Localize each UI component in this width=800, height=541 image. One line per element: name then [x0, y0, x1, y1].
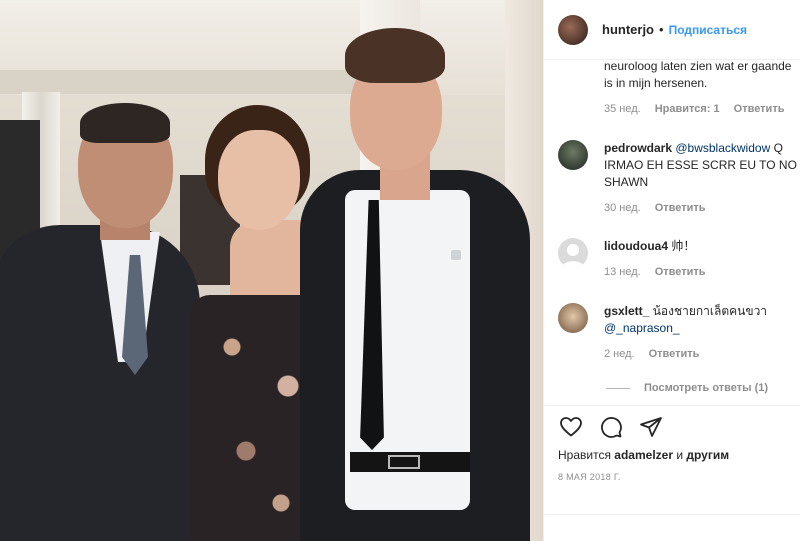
post-actions: Нравится adamelzer и другим 8 МАЯ 2018 Г…: [544, 405, 800, 541]
left-man-hair: [80, 103, 170, 143]
commenter-username[interactable]: lidoudoua4: [604, 239, 668, 253]
reply-button[interactable]: Ответить: [655, 264, 706, 281]
comment-meta: 35 нед. Нравится: 1 Ответить: [604, 101, 800, 118]
left-man-suit: [0, 225, 200, 541]
woman-face: [218, 130, 300, 230]
commenter-avatar[interactable]: [558, 140, 588, 170]
belt-buckle: [388, 455, 420, 469]
comment-age: 13 нед.: [604, 266, 641, 278]
right-man-hair: [345, 28, 445, 83]
comment-text: 帅！: [671, 239, 696, 253]
action-icons-row: [558, 414, 664, 440]
reply-button[interactable]: Ответить: [649, 346, 700, 363]
comment-meta: 2 нед. Ответить: [604, 346, 800, 363]
header-separator: •: [659, 22, 664, 37]
default-user-icon: [562, 244, 584, 268]
likes-summary: Нравится adamelzer и другим: [558, 448, 729, 462]
comment-content: gsxlett_ น้องชายกาเล็ตคนขวา @_naprason_: [604, 303, 800, 337]
replies-divider-line: [606, 387, 630, 389]
comment-mention[interactable]: @_naprason_: [604, 321, 680, 335]
follow-button[interactable]: Подписаться: [669, 23, 747, 37]
post-header: hunterjo • Подписаться: [544, 0, 800, 60]
comment-content: lidoudoua4 帅！: [604, 238, 800, 255]
commenter-avatar[interactable]: [558, 303, 588, 333]
comment-age: 30 нед.: [604, 202, 641, 214]
comment-meta: 30 нед. Ответить: [604, 200, 800, 217]
comment-age: 35 нед.: [604, 103, 641, 115]
post-date[interactable]: 8 МАЯ 2018 Г.: [558, 472, 621, 482]
comment-likes-link[interactable]: Нравится: 1: [655, 101, 720, 118]
add-comment-area[interactable]: [544, 514, 800, 541]
heart-icon[interactable]: [558, 414, 584, 440]
reply-button[interactable]: Ответить: [734, 101, 785, 118]
comment-text: neuroloog laten zien wat er gaande is in…: [604, 60, 792, 90]
share-icon[interactable]: [638, 414, 664, 440]
likes-others-link[interactable]: другим: [686, 448, 729, 462]
view-replies-label: Посмотреть ответы (1): [644, 382, 769, 394]
likes-user-link[interactable]: adamelzer: [614, 448, 673, 462]
comment-mention[interactable]: @bwsblackwidow: [675, 141, 770, 155]
post-photo[interactable]: [0, 0, 543, 541]
ceiling-beam: [0, 70, 360, 94]
reply-button[interactable]: Ответить: [655, 200, 706, 217]
view-replies-button[interactable]: Посмотреть ответы (1): [606, 382, 768, 394]
likes-prefix: Нравится: [558, 448, 611, 462]
comment-content: pedrowdark @bwsblackwidow Q IRMAO EH ESS…: [604, 140, 800, 191]
author-username[interactable]: hunterjo: [602, 22, 654, 37]
commenter-username[interactable]: pedrowdark: [604, 141, 672, 155]
comment-icon[interactable]: [598, 414, 624, 440]
comment-age: 2 нед.: [604, 348, 635, 360]
commenter-avatar-placeholder[interactable]: [558, 238, 588, 268]
likes-conj: и: [676, 448, 684, 462]
post-side-panel: hunterjo • Подписаться neuroloog laten z…: [543, 0, 800, 541]
comments-list[interactable]: neuroloog laten zien wat er gaande is in…: [544, 60, 800, 405]
commenter-username[interactable]: gsxlett_: [604, 304, 649, 318]
author-avatar[interactable]: [558, 14, 588, 45]
comment-meta: 13 нед. Ответить: [604, 264, 800, 281]
comment-text: น้องชายกาเล็ตคนขวา: [652, 304, 768, 318]
lapel-pin: [451, 250, 461, 260]
